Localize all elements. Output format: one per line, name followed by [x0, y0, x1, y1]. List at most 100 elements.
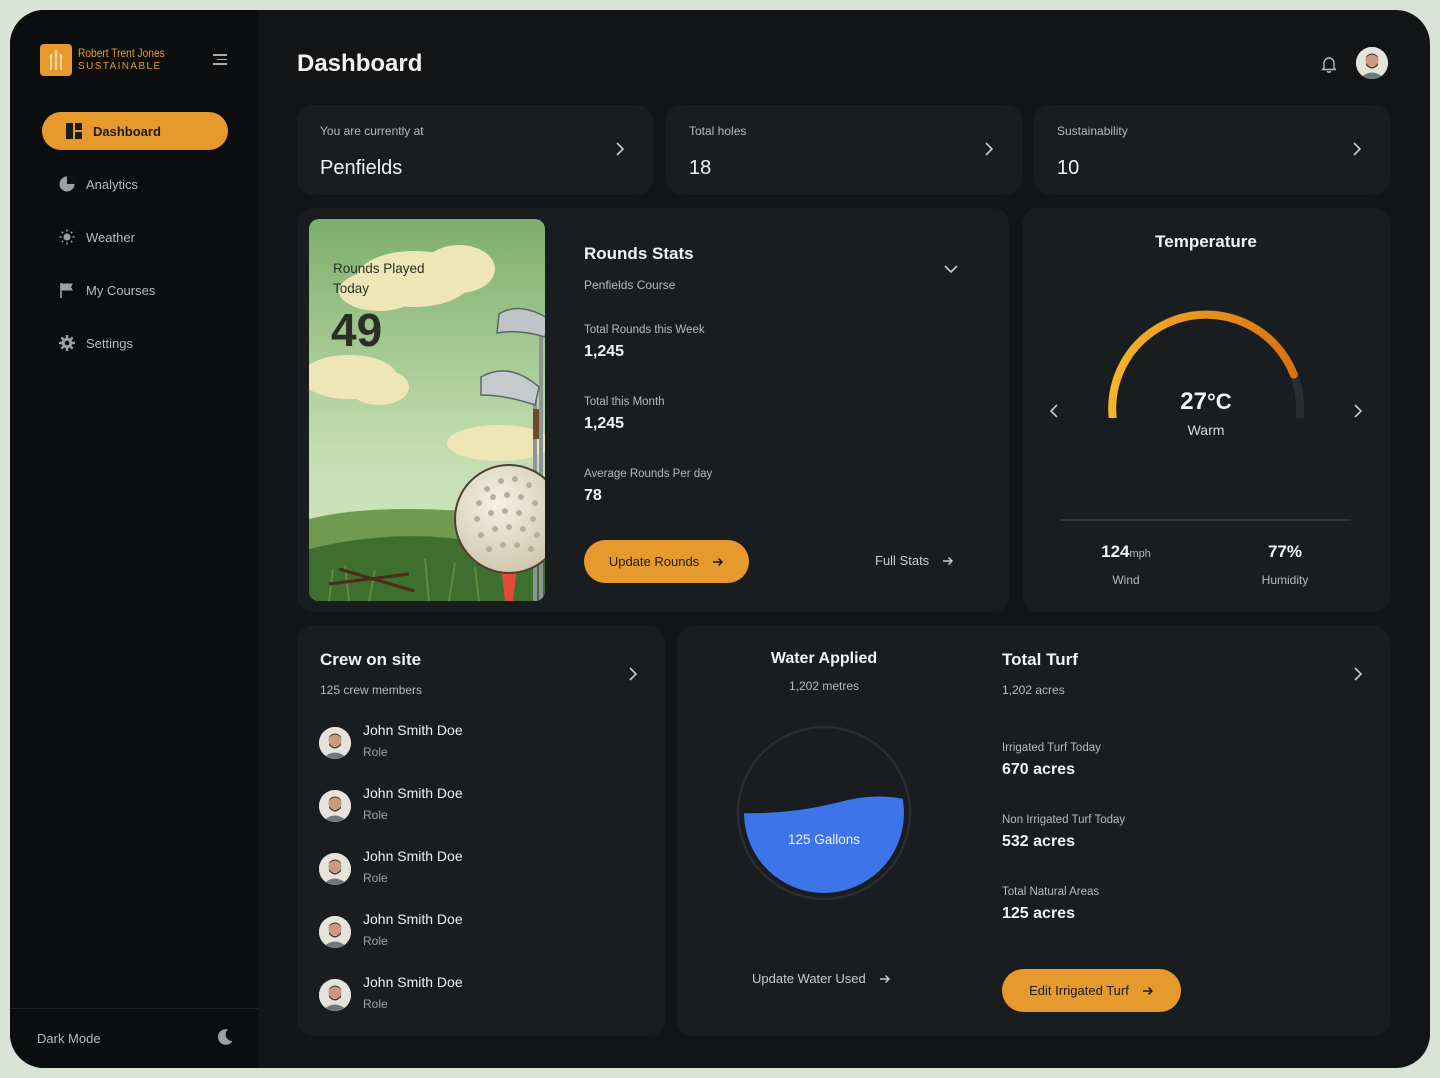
sidebar-item-my-courses[interactable]: My Courses [42, 271, 228, 309]
sustainability-label: Sustainability [1057, 124, 1128, 138]
crew-name: John Smith Doe [363, 785, 463, 801]
chevron-right-icon[interactable] [628, 666, 638, 682]
crew-role: Role [363, 997, 388, 1011]
update-water-link[interactable]: Update Water Used [752, 971, 891, 986]
avatar [319, 916, 351, 948]
avatar [319, 790, 351, 822]
chevron-down-icon[interactable] [944, 264, 958, 274]
crew-member[interactable]: John Smith Doe Role [319, 785, 463, 822]
crew-name: John Smith Doe [363, 974, 463, 990]
total-holes-value: 18 [689, 157, 712, 179]
wind-unit: mph [1129, 548, 1151, 560]
temperature-unit: °C [1207, 389, 1232, 414]
chevron-right-icon [1353, 142, 1362, 156]
golf-illustration: Rounds Played Today 49 [309, 219, 545, 601]
total-holes-card[interactable]: Total holes 18 [666, 105, 1022, 195]
temperature-title: Temperature [1155, 232, 1257, 251]
temperature-reading: 27°C [1022, 388, 1390, 416]
chevron-right-icon [616, 142, 625, 156]
turf-subtitle: 1,202 acres [1002, 683, 1065, 697]
arrow-right-icon [1142, 986, 1153, 995]
full-stats-link[interactable]: Full Stats [875, 553, 954, 568]
sidebar-item-dashboard[interactable]: Dashboard [42, 112, 228, 150]
sidebar-item-weather[interactable]: Weather [42, 218, 228, 256]
location-label: You are currently at [320, 124, 424, 138]
turf-title: Total Turf [1002, 650, 1078, 669]
stat-value: 532 acres [1002, 833, 1075, 850]
crew-member[interactable]: John Smith Doe Role [319, 911, 463, 948]
app-window: Robert Trent Jones SUSTAINABLE Dashboard… [10, 10, 1430, 1068]
sidebar-item-label: Analytics [86, 176, 139, 192]
crew-name: John Smith Doe [363, 722, 463, 738]
crew-member[interactable]: John Smith Doe Role [319, 722, 463, 759]
crew-title: Crew on site [320, 650, 422, 669]
avatar [319, 979, 351, 1011]
total-holes-label: Total holes [689, 124, 747, 138]
gear-icon [58, 334, 76, 352]
dark-mode-label: Dark Mode [37, 1031, 101, 1046]
stat-label: Irrigated Turf Today [1002, 742, 1101, 754]
water-title: Water Applied [770, 650, 878, 667]
sidebar-item-label: Dashboard [93, 123, 161, 139]
dashboard-icon [65, 122, 83, 140]
user-avatar[interactable] [1356, 47, 1388, 79]
rounds-card: Rounds Played Today 49 Rounds Stats Penf… [297, 208, 1009, 612]
wind-value: 124 [1101, 542, 1130, 561]
crew-role: Role [363, 808, 388, 822]
bell-icon[interactable] [1321, 55, 1337, 78]
stat-value: 1,245 [584, 415, 625, 432]
stat-value: 125 acres [1002, 905, 1075, 922]
stat-value: 670 acres [1002, 761, 1075, 778]
wind-stat: 124mph Wind [1076, 542, 1176, 587]
flag-icon [58, 281, 76, 299]
sidebar-nav: Dashboard Analytics Weather My Courses S… [42, 112, 228, 377]
rounds-played-label: Rounds Played Today [333, 261, 425, 296]
button-label: Update Rounds [608, 554, 700, 569]
crew-member[interactable]: John Smith Doe Role [319, 974, 463, 1011]
chevron-right-icon [985, 142, 994, 156]
stat-label: Total this Month [584, 396, 665, 408]
stat-value: 78 [584, 487, 602, 504]
temperature-value: 27 [1180, 388, 1207, 415]
sidebar-item-label: Settings [86, 335, 133, 351]
sidebar-item-analytics[interactable]: Analytics [42, 165, 228, 203]
edit-irrigated-turf-button[interactable]: Edit Irrigated Turf [1002, 969, 1181, 1012]
crew-member[interactable]: John Smith Doe Role [319, 848, 463, 885]
sidebar: Robert Trent Jones SUSTAINABLE Dashboard… [10, 10, 258, 1068]
sidebar-item-settings[interactable]: Settings [42, 324, 228, 362]
button-label: Edit Irrigated Turf [1029, 983, 1129, 998]
avatar [319, 853, 351, 885]
link-label: Update Water Used [752, 971, 866, 986]
sidebar-item-label: Weather [86, 229, 135, 245]
rounds-month-stat: Total this Month 1,245 [584, 396, 665, 433]
rounds-average-stat: Average Rounds Per day 78 [584, 468, 712, 505]
water-fill-label: 125 Gallons [787, 832, 861, 847]
humidity-label: Humidity [1261, 573, 1309, 587]
arrow-right-icon [713, 557, 724, 566]
divider [1061, 519, 1351, 521]
humidity-value: 77% [1267, 542, 1303, 561]
page-title: Dashboard [297, 50, 423, 77]
humidity-stat: 77% Humidity [1235, 542, 1335, 587]
stat-label: Total Natural Areas [1002, 886, 1100, 898]
wind-label: Wind [1112, 573, 1140, 587]
crew-name: John Smith Doe [363, 848, 463, 864]
brand-name: Robert Trent Jones [78, 46, 165, 60]
pie-chart-icon [58, 175, 76, 193]
update-rounds-button[interactable]: Update Rounds [584, 540, 749, 583]
crew-role: Role [363, 934, 388, 948]
water-tank-gauge [736, 725, 912, 901]
stat-value: 1,245 [584, 343, 625, 360]
rounds-stats-title: Rounds Stats [584, 244, 694, 263]
stat-label: Non Irrigated Turf Today [1002, 814, 1126, 826]
sustainability-card[interactable]: Sustainability 10 [1034, 105, 1390, 195]
wheat-logo-icon [40, 44, 72, 76]
natural-areas-stat: Total Natural Areas 125 acres [1002, 886, 1099, 923]
dark-mode-toggle[interactable]: Dark Mode [10, 1008, 258, 1068]
brand-logo[interactable]: Robert Trent Jones SUSTAINABLE [40, 44, 180, 76]
chevron-right-icon[interactable] [1353, 666, 1363, 682]
rounds-week-stat: Total Rounds this Week 1,245 [584, 324, 705, 361]
menu-toggle-icon[interactable] [213, 54, 227, 68]
location-card[interactable]: You are currently at Penfields [297, 105, 653, 195]
temperature-card: Temperature 27°C Warm 124mph Wind 77% Hu… [1022, 208, 1390, 612]
